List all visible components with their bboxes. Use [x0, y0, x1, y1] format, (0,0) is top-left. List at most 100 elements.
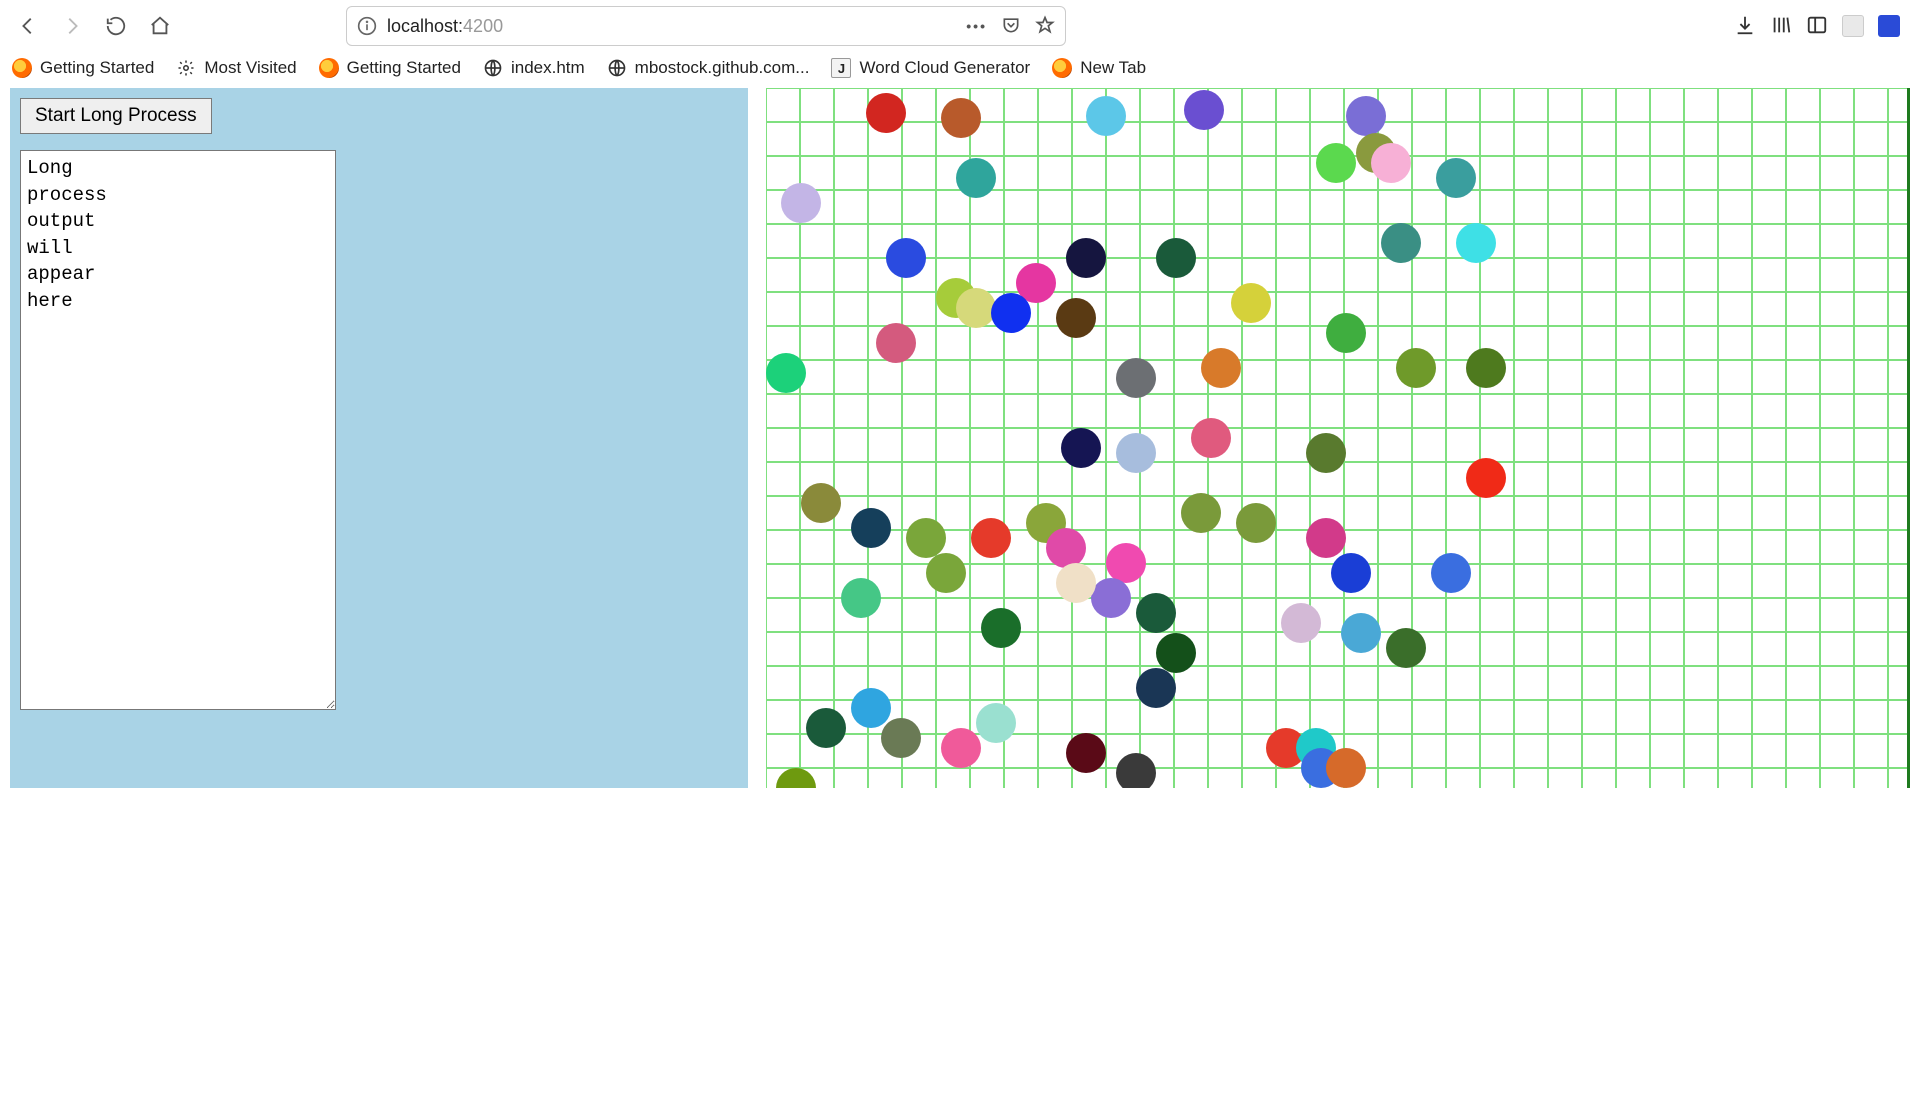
reload-button[interactable]	[98, 8, 134, 44]
data-point-dot	[971, 518, 1011, 558]
data-point-dot	[1346, 96, 1386, 136]
home-button[interactable]	[142, 8, 178, 44]
data-point-dot	[1116, 753, 1156, 788]
data-point-dot	[1136, 593, 1176, 633]
data-point-dot	[1396, 348, 1436, 388]
data-point-dot	[1191, 418, 1231, 458]
url-text: localhost:4200	[387, 16, 956, 37]
downloads-icon[interactable]	[1734, 14, 1756, 39]
address-bar[interactable]: localhost:4200 •••	[346, 6, 1066, 46]
address-bar-actions: •••	[966, 15, 1055, 38]
data-point-dot	[1386, 628, 1426, 668]
visualization-panel	[766, 88, 1910, 788]
bookmark-star-icon[interactable]	[1035, 15, 1055, 38]
data-point-dot	[1156, 238, 1196, 278]
firefox-icon	[1052, 58, 1072, 78]
data-point-dot	[866, 93, 906, 133]
data-point-dot	[1156, 633, 1196, 673]
data-point-dot	[851, 688, 891, 728]
sidebar-toggle-icon[interactable]	[1806, 14, 1828, 39]
data-point-dot	[1056, 298, 1096, 338]
data-point-dot	[806, 708, 846, 748]
data-point-dot	[956, 158, 996, 198]
bookmarks-bar: Getting Started Most Visited Getting Start…	[0, 52, 1920, 88]
toolbar-right-icons	[1734, 14, 1910, 39]
pocket-icon[interactable]	[1001, 15, 1021, 38]
bookmark-item[interactable]: Getting Started	[12, 58, 154, 78]
data-point-dot	[1136, 668, 1176, 708]
data-point-dot	[851, 508, 891, 548]
data-point-dot	[1456, 223, 1496, 263]
site-info-icon[interactable]	[357, 16, 377, 36]
data-point-dot	[1371, 143, 1411, 183]
firefox-icon	[12, 58, 32, 78]
nav-toolbar: localhost:4200 •••	[0, 0, 1920, 52]
bookmark-label: New Tab	[1080, 58, 1146, 78]
page-actions-icon[interactable]: •••	[966, 18, 987, 34]
data-point-dot	[926, 553, 966, 593]
data-point-dot	[941, 728, 981, 768]
start-long-process-button[interactable]: Start Long Process	[20, 98, 212, 134]
data-point-dot	[1116, 433, 1156, 473]
data-point-dot	[1326, 748, 1366, 788]
data-point-dot	[1466, 458, 1506, 498]
globe-icon	[483, 58, 503, 78]
url-host: localhost:	[387, 16, 463, 37]
data-point-dot	[1281, 603, 1321, 643]
bookmark-label: Word Cloud Generator	[859, 58, 1030, 78]
left-panel: Start Long Process	[10, 88, 748, 788]
data-point-dot	[766, 353, 806, 393]
data-point-dot	[876, 323, 916, 363]
bookmark-label: mbostock.github.com...	[635, 58, 810, 78]
data-point-dot	[1236, 503, 1276, 543]
data-point-dot	[1436, 158, 1476, 198]
page-content: Start Long Process	[0, 88, 1920, 798]
data-point-dot	[1086, 96, 1126, 136]
globe-icon	[607, 58, 627, 78]
data-point-dot	[1046, 528, 1086, 568]
data-point-dot	[991, 293, 1031, 333]
data-point-dot	[976, 703, 1016, 743]
data-point-dot	[1066, 733, 1106, 773]
library-icon[interactable]	[1770, 14, 1792, 39]
url-port: 4200	[463, 16, 503, 37]
bookmark-item[interactable]: New Tab	[1052, 58, 1146, 78]
data-point-dot	[941, 98, 981, 138]
data-point-dot	[886, 238, 926, 278]
bookmark-label: Getting Started	[347, 58, 461, 78]
data-point-dot	[1306, 518, 1346, 558]
data-point-dot	[1091, 578, 1131, 618]
bookmark-item[interactable]: index.htm	[483, 58, 585, 78]
bookmark-item[interactable]: JWord Cloud Generator	[831, 58, 1030, 78]
browser-chrome: localhost:4200 •••	[0, 0, 1920, 88]
data-point-dot	[1231, 283, 1271, 323]
bookmark-item[interactable]: Most Visited	[176, 58, 296, 78]
data-point-dot	[1056, 563, 1096, 603]
data-point-dot	[981, 608, 1021, 648]
data-point-dot	[1316, 143, 1356, 183]
data-point-dot	[1066, 238, 1106, 278]
data-point-dot	[781, 183, 821, 223]
gear-icon	[176, 58, 196, 78]
data-point-dot	[1106, 543, 1146, 583]
bookmark-label: index.htm	[511, 58, 585, 78]
extension-icon-1[interactable]	[1842, 15, 1864, 37]
forward-button[interactable]	[54, 8, 90, 44]
data-point-dot	[1466, 348, 1506, 388]
data-point-dot	[1331, 553, 1371, 593]
data-point-dot	[1341, 613, 1381, 653]
data-point-dot	[1181, 493, 1221, 533]
data-point-dot	[906, 518, 946, 558]
data-point-dot	[1431, 553, 1471, 593]
back-button[interactable]	[10, 8, 46, 44]
data-point-dot	[1306, 433, 1346, 473]
data-point-dot	[1326, 313, 1366, 353]
process-output-textarea[interactable]	[20, 150, 336, 710]
extension-icon-2[interactable]	[1878, 15, 1900, 37]
data-point-dot	[1184, 90, 1224, 130]
bookmark-label: Getting Started	[40, 58, 154, 78]
bookmark-item[interactable]: Getting Started	[319, 58, 461, 78]
firefox-icon	[319, 58, 339, 78]
data-point-dot	[1201, 348, 1241, 388]
bookmark-item[interactable]: mbostock.github.com...	[607, 58, 810, 78]
